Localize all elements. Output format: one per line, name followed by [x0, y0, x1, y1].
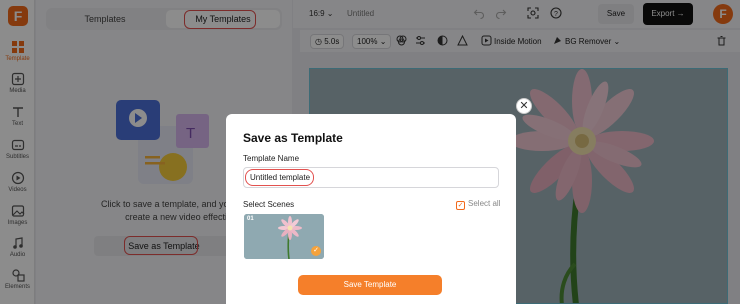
close-icon[interactable]: ✕ — [516, 98, 532, 114]
save-template-button[interactable]: Save Template — [298, 275, 442, 295]
scene-thumbnail[interactable]: 01 ✓ — [244, 214, 324, 259]
checkbox-icon: ✓ — [456, 201, 465, 210]
dialog-title: Save as Template — [243, 131, 343, 145]
scene-number: 01 — [247, 216, 254, 222]
input-highlight-outline — [245, 169, 314, 186]
save-template-dialog: Save as Template Template Name Untitled … — [226, 114, 516, 304]
template-name-label: Template Name — [243, 154, 300, 163]
select-all-checkbox[interactable]: ✓ Select all — [456, 199, 500, 210]
select-scenes-label: Select Scenes — [243, 200, 295, 209]
select-all-label: Select all — [468, 199, 501, 208]
check-icon: ✓ — [311, 246, 321, 256]
